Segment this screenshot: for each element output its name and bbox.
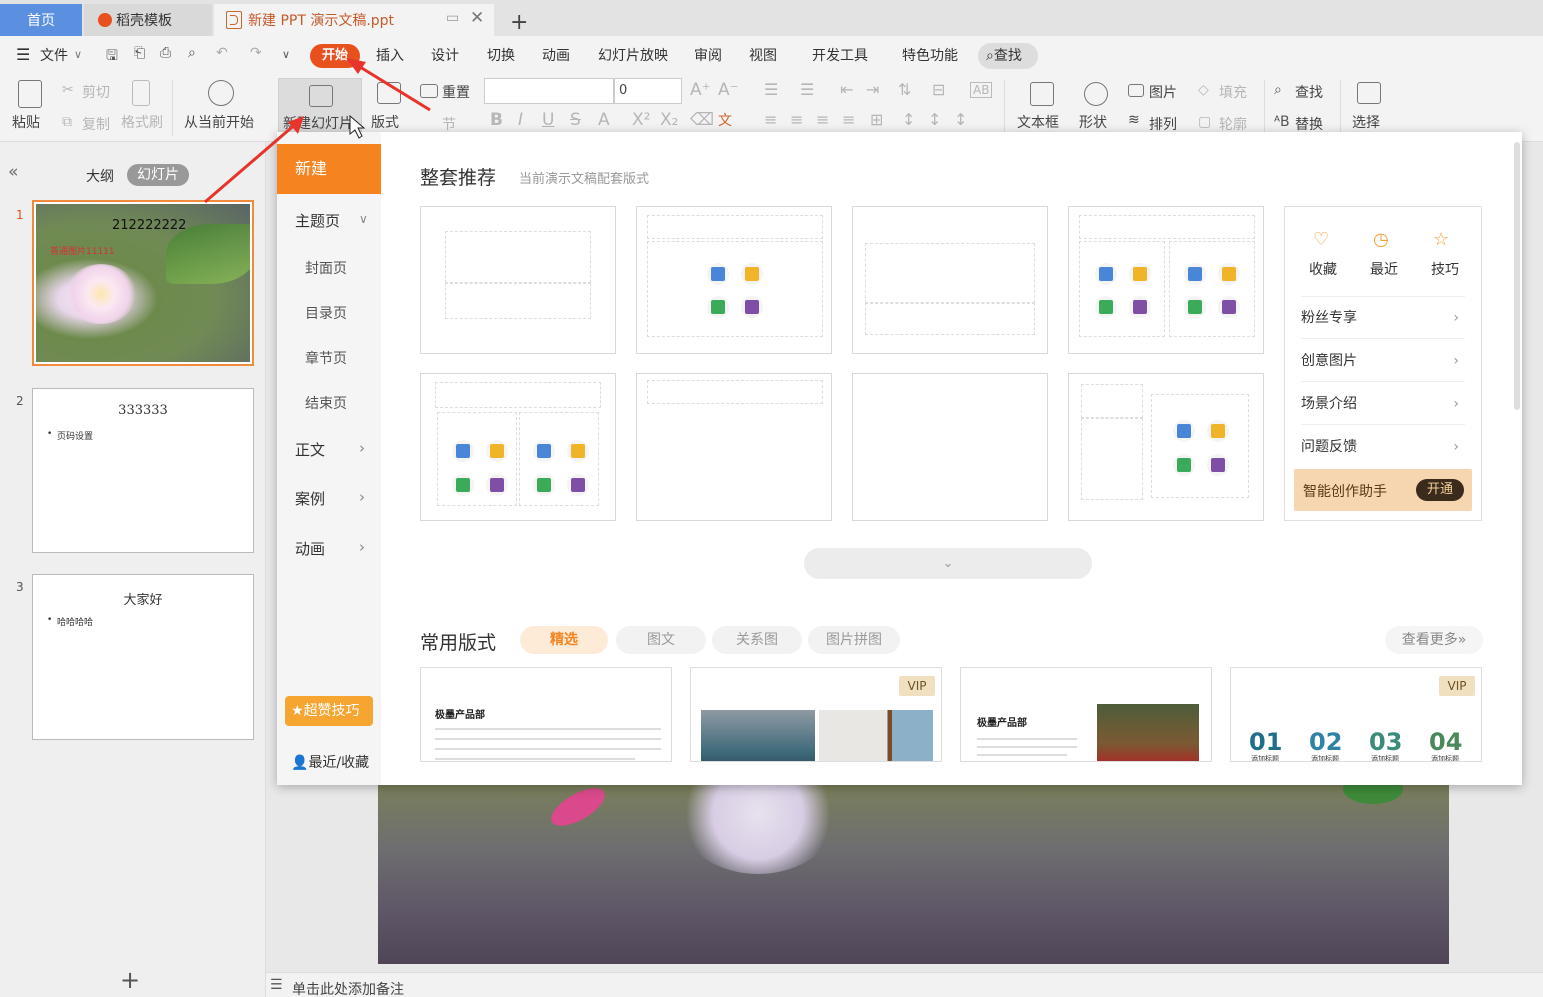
arrow-line — [351, 60, 431, 112]
mouse-cursor-icon — [349, 114, 366, 139]
arrow-line — [204, 120, 299, 204]
arrow-head — [288, 116, 304, 134]
arrow-head — [346, 58, 366, 74]
annotation-arrows — [204, 58, 431, 204]
